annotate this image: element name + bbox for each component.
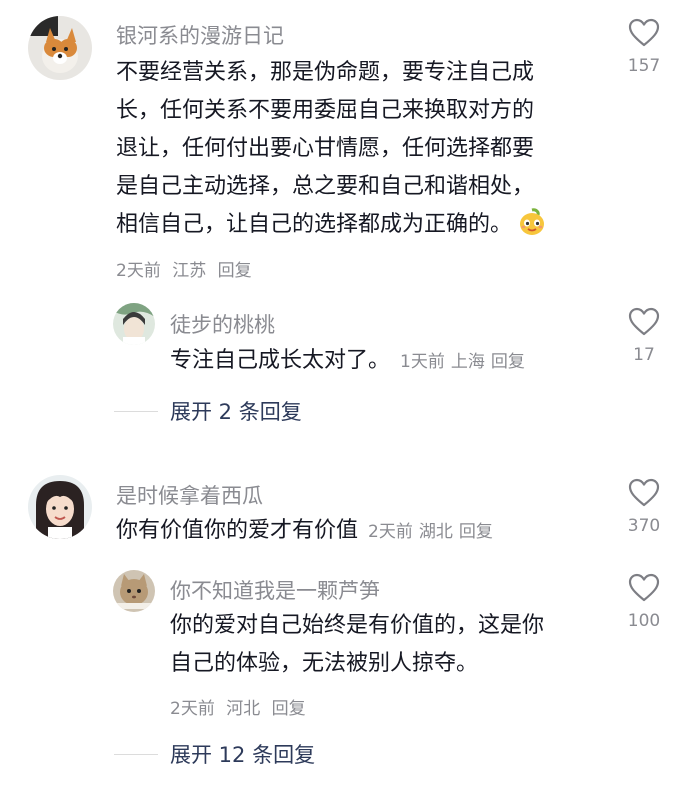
heart-icon [628,478,660,507]
avatar[interactable] [113,303,155,345]
comment-meta: 1天前 上海 回复 [400,352,531,372]
reply-button[interactable]: 回复 [491,352,525,372]
like-count: 157 [627,56,661,76]
avatar[interactable] [113,570,155,612]
comment-username[interactable]: 是时候拿着西瓜 [116,480,263,510]
comment-text: 专注自己成长太对了。 1天前 上海 回复 [170,342,531,381]
comment-time: 2天前 [116,261,161,281]
like-count: 100 [627,611,661,631]
comment-meta: 2天前 湖北 回复 [368,522,499,542]
expand-replies-button[interactable]: 展开 2 条回复 [114,396,302,426]
comment-text-line: 不要经营关系，那是伪命题，要专注自己成 [116,60,535,85]
comment-text-line: 专注自己成长太对了。 [170,348,391,373]
comment-time: 2天前 [170,699,215,719]
comment-username[interactable]: 徒步的桃桃 [170,309,275,339]
divider-line [114,753,158,755]
comment-location: 河北 [226,699,261,719]
like-count: 17 [633,345,655,365]
divider-line [114,410,158,412]
reply-button[interactable]: 回复 [459,522,493,542]
comment-text-line: 自己的体验，无法被别人掠夺。 [170,651,479,676]
comment-location: 江苏 [172,261,207,281]
avatar[interactable] [28,16,92,80]
heart-icon [628,307,660,336]
comment-meta: 2天前 河北 回复 [170,694,312,719]
comment-text: 不要经营关系，那是伪命题，要专注自己成 长，任何关系不要用委屈自己来换取对方的 … [116,54,546,244]
reply-button[interactable]: 回复 [272,699,306,719]
smiley-emoji-icon [520,208,545,235]
heart-icon [628,18,660,47]
comment-username[interactable]: 你不知道我是一颗芦笋 [170,575,380,605]
comment-text-line: 退让，任何付出要心甘情愿，任何选择都要 [116,136,535,161]
like-button[interactable]: 100 [614,573,674,631]
comment-text-line: 你的爱对自己始终是有价值的，这是你 [170,613,545,638]
comment-text-line: 是自己主动选择，总之要和自己和谐相处， [116,174,535,199]
like-count: 370 [627,516,661,536]
like-button[interactable]: 17 [614,307,674,365]
avatar[interactable] [28,475,92,539]
comment-username[interactable]: 银河系的漫游日记 [116,20,284,50]
expand-replies-button[interactable]: 展开 12 条回复 [114,739,315,769]
comment-meta: 2天前 江苏 回复 [116,256,258,281]
comment-time: 2天前 [368,522,413,542]
comment-location: 湖北 [418,522,453,542]
like-button[interactable]: 370 [614,478,674,536]
reply-button[interactable]: 回复 [218,261,252,281]
comment-text-line: 长，任何关系不要用委屈自己来换取对方的 [116,98,535,123]
expand-replies-label: 展开 12 条回复 [170,743,316,767]
comment-text: 你有价值你的爱才有价值 2天前 湖北 回复 [116,512,499,551]
comment-location: 上海 [450,352,485,372]
expand-replies-label: 展开 2 条回复 [170,400,302,424]
like-button[interactable]: 157 [614,18,674,76]
comment-time: 1天前 [400,352,445,372]
comment-text: 你的爱对自己始终是有价值的，这是你 自己的体验，无法被别人掠夺。 [170,607,544,683]
heart-icon [628,573,660,602]
comment-text-line: 相信自己，让自己的选择都成为正确的。 [116,212,513,237]
comment-text-line: 你有价值你的爱才有价值 [116,518,359,543]
